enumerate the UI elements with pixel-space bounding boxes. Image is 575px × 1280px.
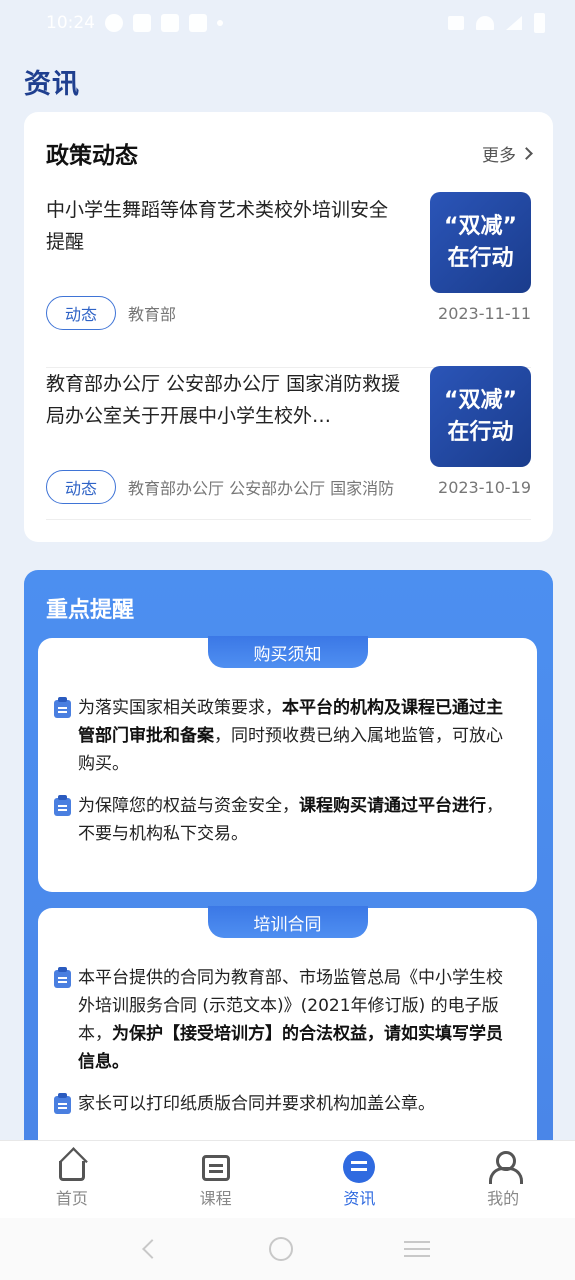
- clipboard-icon: [54, 967, 71, 988]
- nav-news[interactable]: 资讯: [288, 1141, 432, 1218]
- status-right: [448, 13, 545, 33]
- more-notifications-icon: [217, 20, 223, 26]
- wifi-icon: [476, 16, 494, 30]
- notice-bold-text: 为保护【接受培训方】的合法权益，请如实填写学员信息。: [78, 1024, 503, 1072]
- more-label: 更多: [482, 145, 516, 166]
- news-source: 教育部: [128, 305, 177, 324]
- training-contract-card: 培训合同 本平台提供的合同为教育部、市场监管总局《中小学生校外培训服务合同 (示…: [38, 906, 537, 1168]
- chat-icon: [343, 1150, 376, 1183]
- thumb-line: “双减”: [444, 213, 517, 239]
- calendar-icon: [200, 1151, 232, 1183]
- news-source: 教育部办公厅 公安部办公厅 国家消防: [128, 479, 395, 498]
- battery-icon: [534, 13, 545, 33]
- notice-line: 为保障您的权益与资金安全，课程购买请通过平台进行，不要与机构私下交易。: [54, 792, 519, 848]
- nav-home[interactable]: 首页: [0, 1141, 144, 1218]
- notice-text: 为落实国家相关政策要求，: [78, 698, 282, 718]
- notice-line: 为落实国家相关政策要求，本平台的机构及课程已通过主管部门审批和备案，同时预收费已…: [54, 694, 519, 778]
- news-meta: 动态 教育部 2023-11-11: [46, 296, 531, 330]
- signal-icon: [506, 16, 522, 30]
- news-thumbnail: “双减” 在行动: [430, 366, 531, 467]
- news-thumbnail: “双减” 在行动: [430, 192, 531, 293]
- more-link[interactable]: 更多: [482, 141, 533, 166]
- status-bar: 10:24: [0, 0, 575, 46]
- nav-label: 课程: [199, 1188, 232, 1208]
- mail-icon: [161, 14, 179, 32]
- policy-title: 政策动态: [46, 143, 138, 169]
- purchase-notice-card: 购买须知 为落实国家相关政策要求，本平台的机构及课程已通过主管部门审批和备案，同…: [38, 636, 537, 892]
- key-reminder-panel: 重点提醒 购买须知 为落实国家相关政策要求，本平台的机构及课程已通过主管部门审批…: [24, 570, 553, 1168]
- reminder-title: 重点提醒: [46, 598, 135, 623]
- card-pill: 培训合同: [207, 906, 368, 938]
- news-title: 中小学生舞蹈等体育艺术类校外培训安全提醒: [46, 199, 389, 253]
- page-title: 资讯: [24, 69, 80, 100]
- clipboard-icon: [54, 795, 71, 816]
- news-item[interactable]: 教育部办公厅 公安部办公厅 国家消防救援局办公室关于开展中小学生校外… “双减”…: [46, 366, 531, 520]
- news-item[interactable]: 中小学生舞蹈等体育艺术类校外培训安全提醒 “双减” 在行动 动态 教育部 202…: [46, 192, 531, 368]
- clipboard-icon: [54, 697, 71, 718]
- clipboard-icon: [54, 1093, 71, 1114]
- news-date: 2023-11-11: [438, 303, 531, 323]
- status-left: 10:24: [46, 13, 223, 33]
- thumb-line: 在行动: [447, 245, 514, 271]
- back-icon[interactable]: [142, 1239, 163, 1259]
- nav-mine[interactable]: 我的: [431, 1141, 575, 1218]
- home-icon: [56, 1151, 88, 1183]
- menu-icon[interactable]: [403, 1248, 430, 1250]
- news-tag: 动态: [46, 296, 116, 330]
- notice-text: 家长可以打印纸质版合同并要求机构加盖公章。: [78, 1094, 435, 1114]
- news-title: 教育部办公厅 公安部办公厅 国家消防救援局办公室关于开展中小学生校外…: [46, 373, 401, 427]
- notice-bold-text: 课程购买请通过平台进行: [299, 796, 486, 816]
- status-time: 10:24: [46, 13, 95, 33]
- thumb-line: 在行动: [447, 419, 514, 445]
- user-icon: [487, 1150, 524, 1184]
- nav-label: 首页: [55, 1188, 88, 1208]
- notice-line: 本平台提供的合同为教育部、市场监管总局《中小学生校外培训服务合同 (示范文本)》…: [54, 964, 519, 1076]
- thumb-line: “双减”: [444, 387, 517, 413]
- news-tag: 动态: [46, 470, 116, 504]
- notice-line: 家长可以打印纸质版合同并要求机构加盖公章。: [54, 1090, 519, 1118]
- mail-icon: [133, 14, 151, 32]
- news-date: 2023-10-19: [438, 477, 531, 497]
- card-pill: 购买须知: [207, 636, 368, 668]
- vibrate-icon: [448, 16, 464, 30]
- policy-header: 政策动态 更多: [46, 136, 533, 170]
- chevron-right-icon: [520, 146, 533, 160]
- policy-card: 政策动态 更多 中小学生舞蹈等体育艺术类校外培训安全提醒 “双减” 在行动 动态…: [24, 112, 553, 542]
- notice-text: 为保障您的权益与资金安全，: [78, 796, 299, 816]
- mail-icon: [189, 14, 207, 32]
- home-circle-icon[interactable]: [269, 1237, 294, 1261]
- bottom-nav: 首页 课程 资讯 我的: [0, 1140, 575, 1218]
- system-nav-bar: [0, 1218, 575, 1280]
- nav-label: 资讯: [343, 1188, 376, 1208]
- news-meta: 动态 教育部办公厅 公安部办公厅 国家消防 2023-10-19: [46, 470, 531, 504]
- nav-courses[interactable]: 课程: [144, 1141, 288, 1218]
- nav-label: 我的: [487, 1188, 520, 1208]
- app-notification-icon: [105, 14, 123, 32]
